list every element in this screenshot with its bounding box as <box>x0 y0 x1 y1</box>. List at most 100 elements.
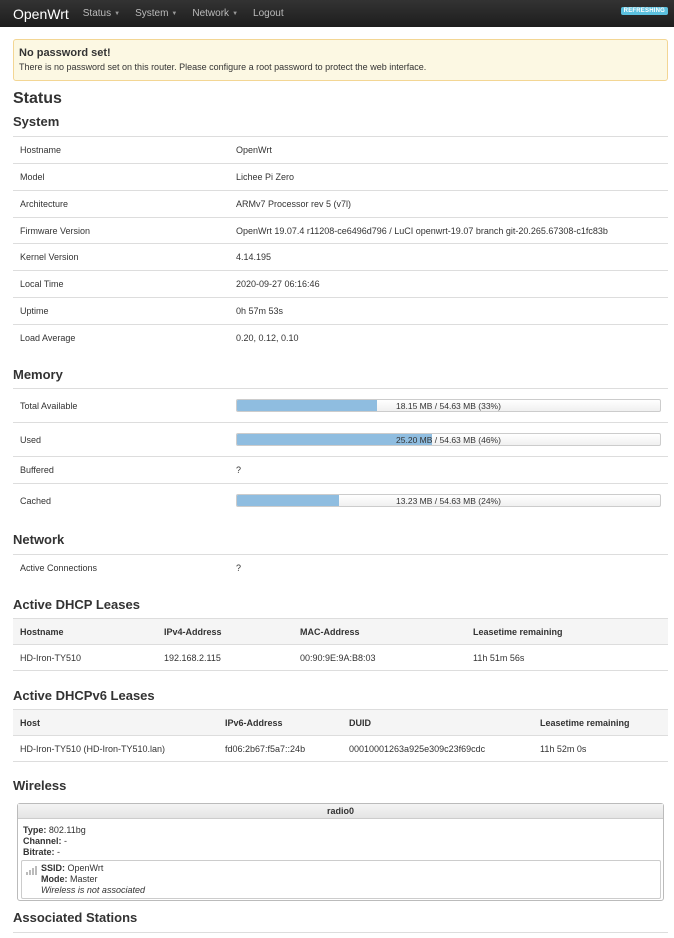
alert-message: There is no password set on this router.… <box>19 62 427 72</box>
network-table: Active Connections? <box>13 554 668 582</box>
mode-line: Mode: Master <box>41 874 145 885</box>
dhcpv6-table: Host IPv6-Address DUID Leasetime remaini… <box>13 709 668 762</box>
memory-table: Total Available 18.15 MB / 54.63 MB (33%… <box>13 388 668 518</box>
system-label: Uptime <box>13 297 229 325</box>
ssid-line: SSID: OpenWrt <box>41 863 145 874</box>
system-value: OpenWrt 19.07.4 r11208-ce6496d796 / LuCI… <box>229 217 668 244</box>
table-cell: HD-Iron-TY510 <box>13 644 157 671</box>
ssid-value: OpenWrt <box>67 863 104 873</box>
cached-bar: 13.23 MB / 54.63 MB (24%) <box>236 494 661 508</box>
network-value: ? <box>229 554 668 582</box>
nav-system-label: System <box>135 8 169 19</box>
column-header: MAC-Address <box>293 618 466 645</box>
table-cell: 00:90:9E:9A:B8:03 <box>293 644 466 671</box>
radio-bitrate-label: Bitrate: <box>23 847 55 857</box>
column-header: Leasetime remaining <box>533 709 668 736</box>
page-title: Status <box>13 90 62 107</box>
system-value: 4.14.195 <box>229 243 668 271</box>
system-label: Model <box>13 163 229 191</box>
table-cell: 11h 52m 0s <box>533 735 668 762</box>
nav-network-label: Network <box>192 8 230 19</box>
radio-type-value: 802.11bg <box>48 825 86 835</box>
radio-channel-value: - <box>64 836 68 846</box>
nav-logout[interactable]: Logout <box>253 8 284 19</box>
table-cell: HD-Iron-TY510 (HD-Iron-TY510.lan) <box>13 735 218 762</box>
mode-label: Mode: <box>41 874 68 884</box>
table-row: HD-Iron-TY510 192.168.2.115 00:90:9E:9A:… <box>13 644 668 671</box>
memory-heading: Memory <box>13 367 63 382</box>
network-heading: Network <box>13 532 65 547</box>
radio-type-label: Type: <box>23 825 47 835</box>
total-available-bar: 18.15 MB / 54.63 MB (33%) <box>236 399 661 412</box>
chevron-down-icon: ▼ <box>232 10 239 17</box>
refreshing-badge[interactable]: REFRESHING <box>620 7 668 15</box>
system-row: Hostname OpenWrt <box>13 136 668 164</box>
system-label: Firmware Version <box>13 217 229 244</box>
network-label: Active Connections <box>13 554 229 582</box>
memory-row: Total Available 18.15 MB / 54.63 MB (33%… <box>13 388 668 423</box>
network-row: Active Connections? <box>13 554 668 582</box>
system-row: Uptime 0h 57m 53s <box>13 297 668 325</box>
mode-value: Master <box>70 874 98 884</box>
system-label: Load Average <box>13 324 229 352</box>
table-cell: fd06:2b67:f5a7::24b <box>218 735 342 762</box>
column-header: IPv4-Address <box>157 618 293 645</box>
system-row: Load Average 0.20, 0.12, 0.10 <box>13 324 668 352</box>
dhcp-heading: Active DHCP Leases <box>13 597 140 612</box>
radio-name: radio0 <box>18 804 663 819</box>
dhcp-table: Hostname IPv4-Address MAC-Address Leaset… <box>13 618 668 671</box>
nav-system[interactable]: System ▼ <box>135 8 177 19</box>
radio-type-line: Type: 802.11bg <box>23 825 663 836</box>
column-header: Hostname <box>13 618 157 645</box>
system-label: Architecture <box>13 190 229 218</box>
radio-bitrate-value: - <box>57 847 61 857</box>
radio-bitrate-line: Bitrate: - <box>23 847 663 858</box>
table-cell: 11h 51m 56s <box>466 644 668 671</box>
chevron-down-icon: ▼ <box>114 10 121 17</box>
column-header: Host <box>13 709 218 736</box>
no-password-alert: No password set! There is no password se… <box>13 39 668 81</box>
system-row: Architecture ARMv7 Processor rev 5 (v7l) <box>13 190 668 218</box>
radio-info: Type: 802.11bg Channel: - Bitrate: - <box>18 819 663 858</box>
associated-stations-heading: Associated Stations <box>13 910 138 925</box>
memory-label: Buffered <box>13 456 229 484</box>
wireless-status-line: Wireless is not associated <box>41 885 145 896</box>
system-row: Firmware Version OpenWrt 19.07.4 r11208-c… <box>13 217 668 244</box>
memory-label: Used <box>13 422 229 457</box>
system-heading: System <box>13 114 60 129</box>
system-value: 0h 57m 53s <box>229 297 668 325</box>
signal-icon <box>26 865 38 875</box>
column-header: DUID <box>342 709 533 736</box>
system-value: Lichee Pi Zero <box>229 163 668 191</box>
system-table: Hostname OpenWrt Model Lichee Pi Zero Arch… <box>13 136 668 352</box>
brand-logo[interactable]: OpenWrt <box>0 6 83 22</box>
memory-row: Used 25.20 MB / 54.63 MB (46%) <box>13 422 668 457</box>
progress-text: 18.15 MB / 54.63 MB (33%) <box>396 401 501 411</box>
nav-logout-label: Logout <box>253 8 284 19</box>
dhcpv6-heading: Active DHCPv6 Leases <box>13 688 155 703</box>
used-bar: 25.20 MB / 54.63 MB (46%) <box>236 433 661 446</box>
table-header-row: Host IPv6-Address DUID Leasetime remaini… <box>13 709 668 736</box>
memory-label: Total Available <box>13 388 229 423</box>
divider <box>13 932 668 933</box>
system-value: 2020-09-27 06:16:46 <box>229 270 668 298</box>
system-row: Kernel Version 4.14.195 <box>13 243 668 271</box>
ssid-details: SSID: OpenWrt Mode: Master Wireless is n… <box>41 863 145 898</box>
system-label: Local Time <box>13 270 229 298</box>
system-value: OpenWrt <box>229 136 668 164</box>
system-row: Model Lichee Pi Zero <box>13 163 668 191</box>
memory-value: ? <box>229 456 668 484</box>
table-row: HD-Iron-TY510 (HD-Iron-TY510.lan) fd06:2… <box>13 735 668 762</box>
nav-network[interactable]: Network ▼ <box>192 8 238 19</box>
system-label: Hostname <box>13 136 229 164</box>
system-value: 0.20, 0.12, 0.10 <box>229 324 668 352</box>
wireless-status: Wireless is not associated <box>41 885 145 895</box>
system-value: ARMv7 Processor rev 5 (v7l) <box>229 190 668 218</box>
system-row: Local Time 2020-09-27 06:16:46 <box>13 270 668 298</box>
table-header-row: Hostname IPv4-Address MAC-Address Leaset… <box>13 618 668 645</box>
nav-status[interactable]: Status ▼ <box>83 8 120 19</box>
progress-text: 25.20 MB / 54.63 MB (46%) <box>396 435 501 445</box>
alert-title: No password set! <box>19 47 111 59</box>
wireless-heading: Wireless <box>13 778 67 793</box>
memory-label: Cached <box>13 483 229 518</box>
